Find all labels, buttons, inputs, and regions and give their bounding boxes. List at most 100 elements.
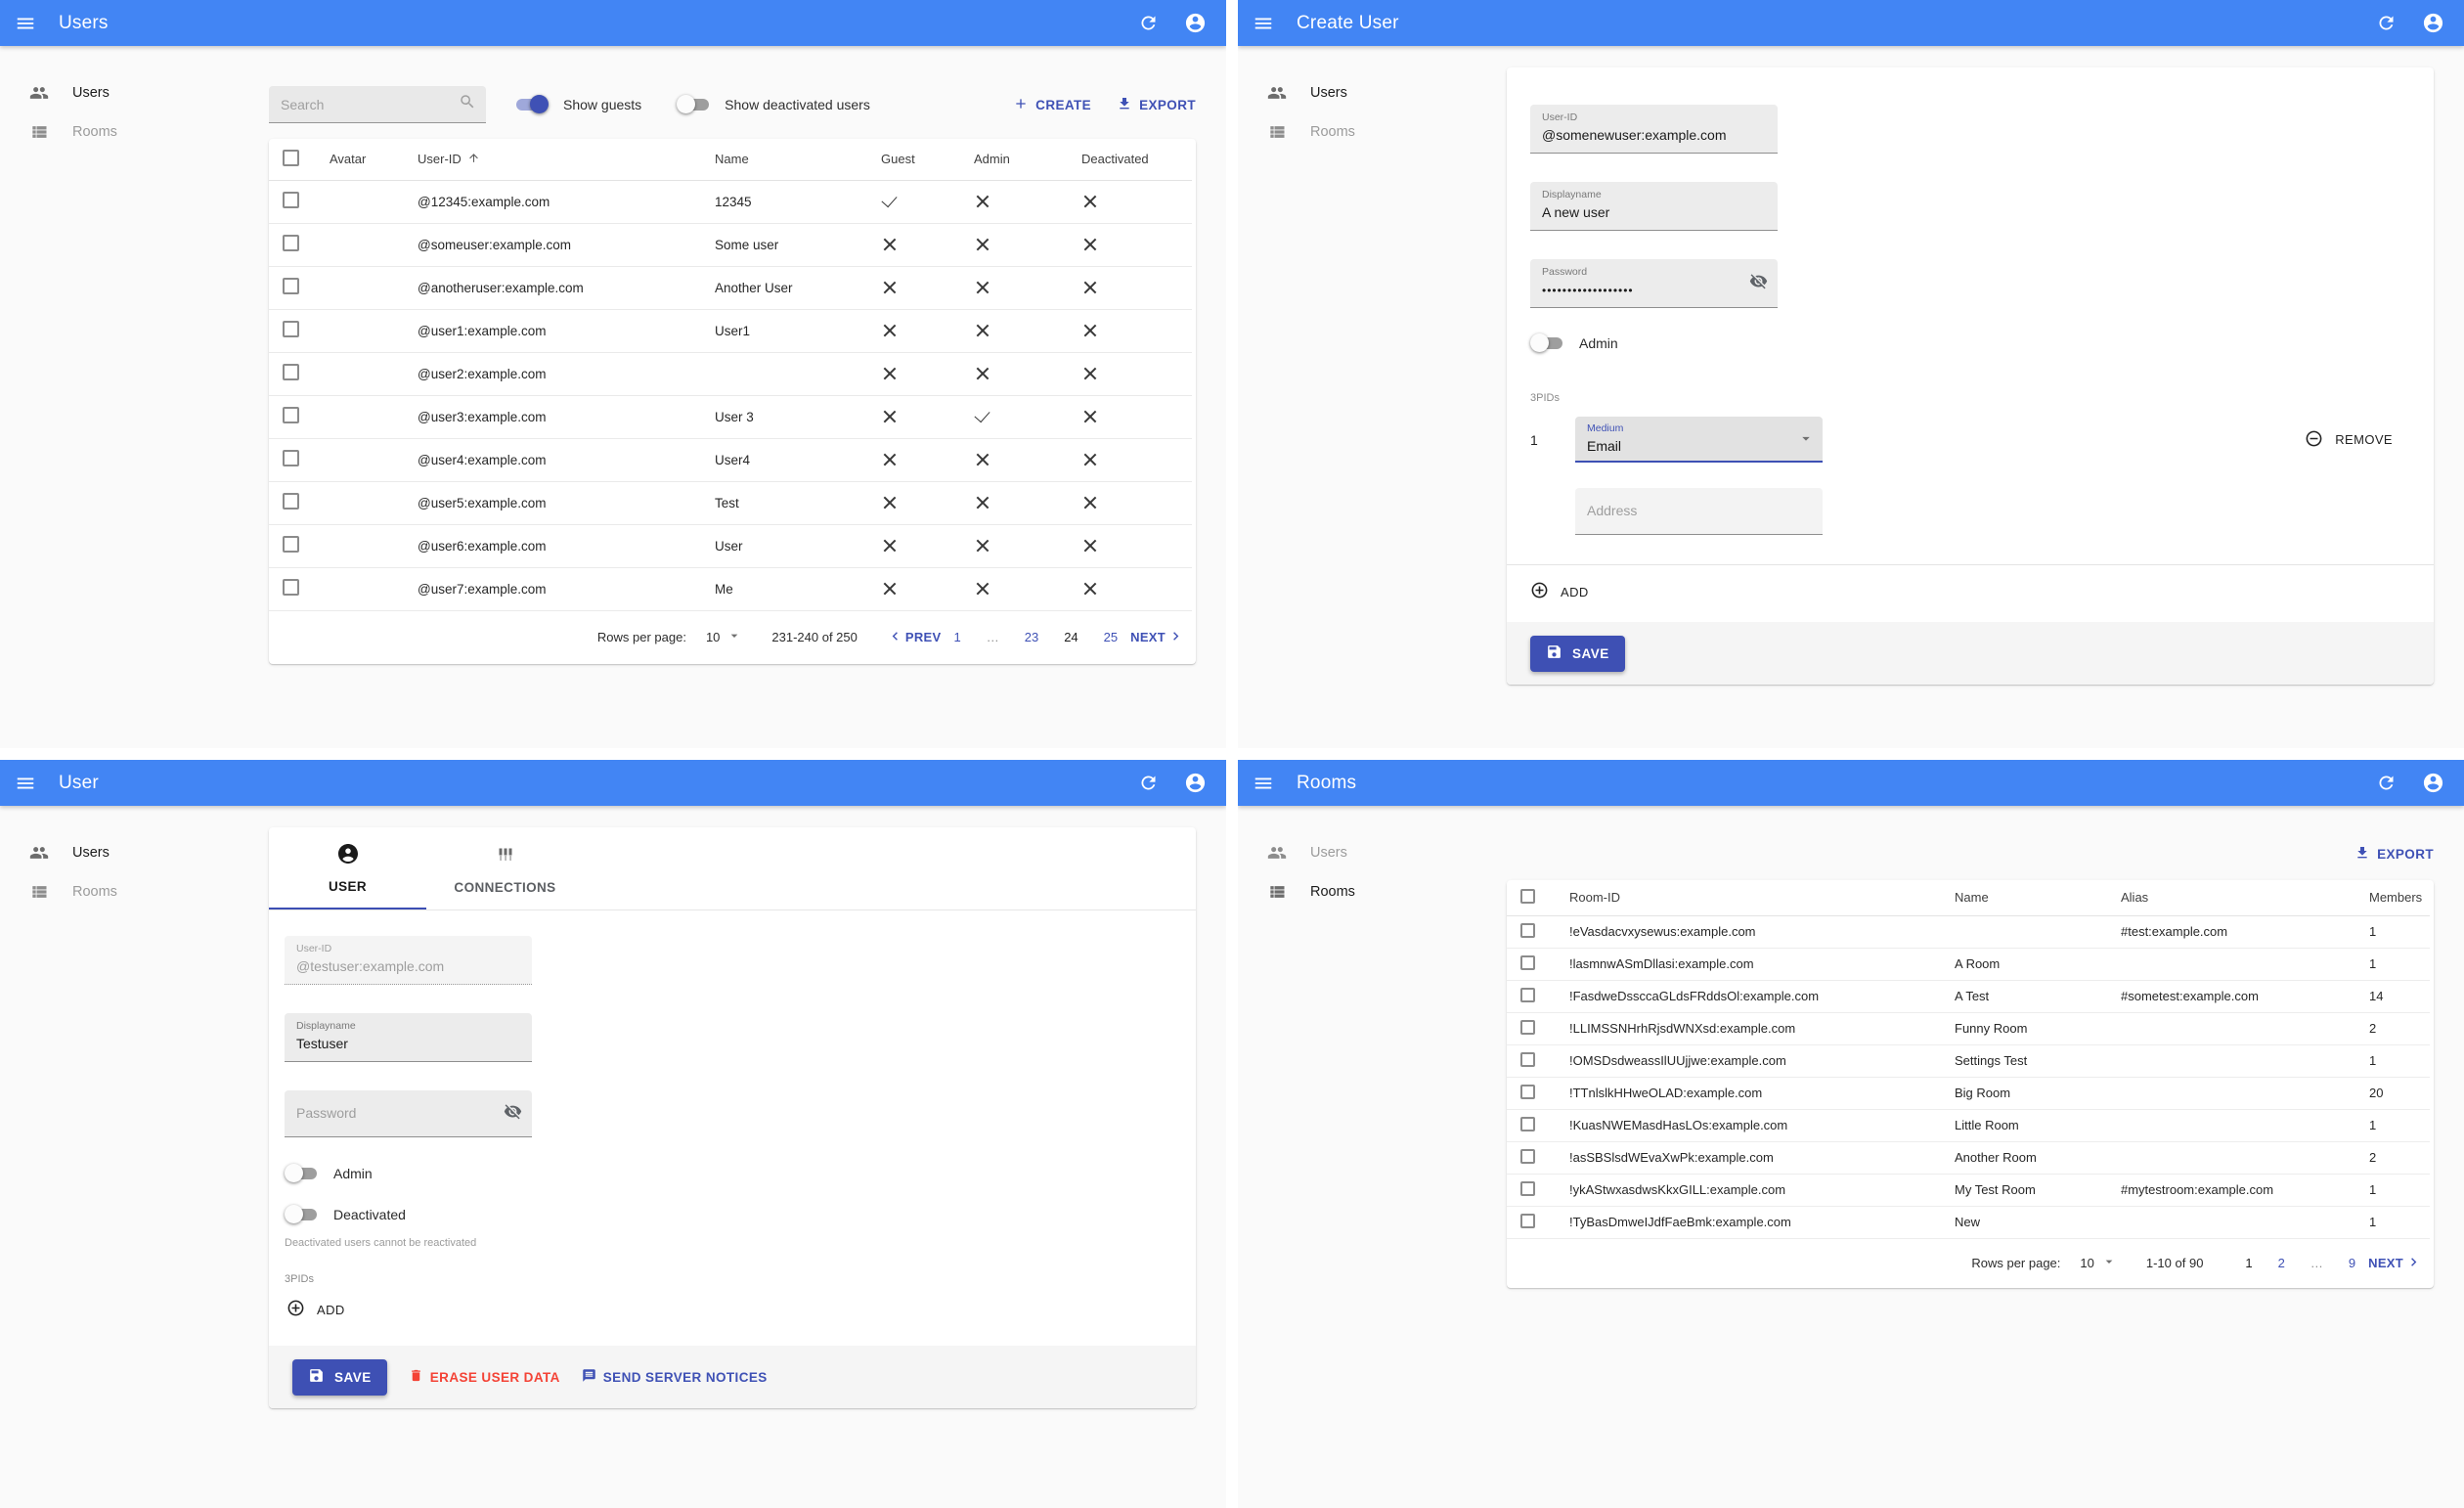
row-checkbox[interactable] [1520,1051,1535,1067]
account-circle-icon[interactable] [2421,772,2444,795]
page-number[interactable]: 2 [2278,1256,2285,1270]
page-number[interactable]: 23 [1025,630,1038,644]
account-circle-icon[interactable] [1183,12,1207,35]
row-checkbox[interactable] [1520,1019,1535,1035]
table-row[interactable]: @user4:example.com User4 [269,438,1192,482]
page-number[interactable]: 9 [2349,1256,2355,1270]
rows-per-page-select[interactable]: 10 [2080,1254,2116,1272]
select-all-checkbox[interactable] [283,149,299,166]
refresh-icon[interactable] [2374,12,2398,35]
row-checkbox[interactable] [1520,1180,1535,1196]
password-field[interactable]: Password [1530,259,1778,308]
row-checkbox[interactable] [283,364,299,380]
remove-pid-button[interactable]: REMOVE [2305,429,2393,451]
table-row[interactable]: !LLIMSSNHrhRjsdWNXsd:example.com Funny R… [1507,1012,2430,1045]
add-pid-button[interactable]: ADD [1530,581,1589,602]
row-checkbox[interactable] [283,536,299,553]
row-checkbox[interactable] [283,450,299,466]
next-page-button[interactable]: NEXT [2368,1254,2422,1273]
password-input[interactable] [296,1105,520,1121]
sidebar-item-users[interactable]: Users [1238,833,1487,872]
user-id-field[interactable]: User-ID [1530,105,1778,154]
show-guests-toggle[interactable] [515,95,549,114]
save-button[interactable]: SAVE [292,1358,387,1396]
sidebar-item-rooms[interactable]: Rooms [0,112,249,152]
displayname-input[interactable] [296,1036,520,1051]
table-row[interactable]: !TTnlslkHHweOLAD:example.com Big Room 20 [1507,1077,2430,1110]
row-checkbox[interactable] [1520,1084,1535,1099]
table-row[interactable]: !asSBSlsdWEvaXwPk:example.com Another Ro… [1507,1141,2430,1175]
create-button[interactable]: CREATE [1013,96,1091,114]
table-row[interactable]: @user1:example.com User1 [269,309,1192,353]
table-row[interactable]: !KuasNWEMasdHasLOs:example.com Little Ro… [1507,1109,2430,1142]
sidebar-item-users[interactable]: Users [0,73,249,112]
table-row[interactable]: @user7:example.com Me [269,567,1192,611]
row-checkbox[interactable] [283,235,299,251]
add-pid-button[interactable]: ADD [286,1299,345,1320]
hamburger-menu-icon[interactable] [1252,772,1275,795]
displayname-input[interactable] [1542,204,1766,220]
admin-toggle[interactable] [1530,333,1563,353]
export-button[interactable]: EXPORT [1117,96,1196,114]
table-row[interactable]: @user6:example.com User [269,524,1192,568]
select-all-checkbox[interactable] [1520,888,1535,904]
table-row[interactable]: !OMSDsdweassIlUUjjwe:example.com Setting… [1507,1044,2430,1078]
table-row[interactable]: @user3:example.com User 3 [269,395,1192,439]
sidebar-item-rooms[interactable]: Rooms [0,872,249,911]
tab-user[interactable]: USER [269,827,426,909]
address-input[interactable] [1587,503,1811,518]
table-row[interactable]: @user2:example.com [269,352,1192,396]
table-row[interactable]: !lasmnwASmDllasi:example.com A Room 1 [1507,948,2430,981]
password-field[interactable] [285,1090,532,1137]
refresh-icon[interactable] [1136,12,1160,35]
password-input[interactable] [1542,284,1766,297]
table-row[interactable]: @user5:example.com Test [269,481,1192,525]
save-button[interactable]: SAVE [1530,635,1625,672]
next-page-button[interactable]: NEXT [1130,628,1184,647]
send-server-notices-button[interactable]: SEND SERVER NOTICES [582,1368,768,1386]
sidebar-item-users[interactable]: Users [1238,73,1487,112]
visibility-off-icon[interactable] [1749,272,1768,295]
row-checkbox[interactable] [1520,1148,1535,1164]
row-checkbox[interactable] [283,493,299,510]
column-header-room-id[interactable]: Room-ID [1554,880,1939,916]
page-number[interactable]: 1 [953,630,960,644]
table-row[interactable]: @someuser:example.com Some user [269,223,1192,267]
row-checkbox[interactable] [283,579,299,596]
row-checkbox[interactable] [283,321,299,337]
table-row[interactable]: @anotheruser:example.com Another User [269,266,1192,310]
search-input[interactable] [281,96,459,112]
row-checkbox[interactable] [1520,954,1535,970]
row-checkbox[interactable] [1520,1116,1535,1131]
row-checkbox[interactable] [283,407,299,423]
hamburger-menu-icon[interactable] [1252,12,1275,35]
admin-toggle[interactable] [285,1164,318,1183]
refresh-icon[interactable] [1136,772,1160,795]
row-checkbox[interactable] [1520,922,1535,938]
sidebar-item-rooms[interactable]: Rooms [1238,112,1487,152]
sidebar-item-users[interactable]: Users [0,833,249,872]
medium-select[interactable]: Medium Email [1575,417,1823,463]
show-deactivated-toggle[interactable] [677,95,710,114]
tab-connections[interactable]: CONNECTIONS [426,827,584,909]
deactivated-toggle[interactable] [285,1205,318,1224]
address-field[interactable] [1575,488,1823,535]
row-checkbox[interactable] [283,278,299,294]
export-button[interactable]: EXPORT [2354,845,2434,864]
refresh-icon[interactable] [2374,772,2398,795]
account-circle-icon[interactable] [1183,772,1207,795]
table-row[interactable]: !eVasdacvxysewus:example.com #test:examp… [1507,915,2430,949]
displayname-field[interactable]: Displayname [1530,182,1778,231]
table-row[interactable]: !TyBasDmweIJdfFaeBmk:example.com New 1 [1507,1206,2430,1239]
row-checkbox[interactable] [1520,1213,1535,1228]
row-checkbox[interactable] [283,192,299,208]
rows-per-page-select[interactable]: 10 [706,628,742,646]
column-header-user-id[interactable]: User-ID [402,139,699,181]
table-row[interactable]: !ykAStwxasdwsKkxGILL:example.com My Test… [1507,1174,2430,1207]
sidebar-item-rooms[interactable]: Rooms [1238,872,1487,911]
page-number[interactable]: 25 [1104,630,1118,644]
erase-user-data-button[interactable]: ERASE USER DATA [409,1368,560,1386]
displayname-field[interactable]: Displayname [285,1013,532,1062]
account-circle-icon[interactable] [2421,12,2444,35]
prev-page-button[interactable]: PREV [887,628,942,647]
